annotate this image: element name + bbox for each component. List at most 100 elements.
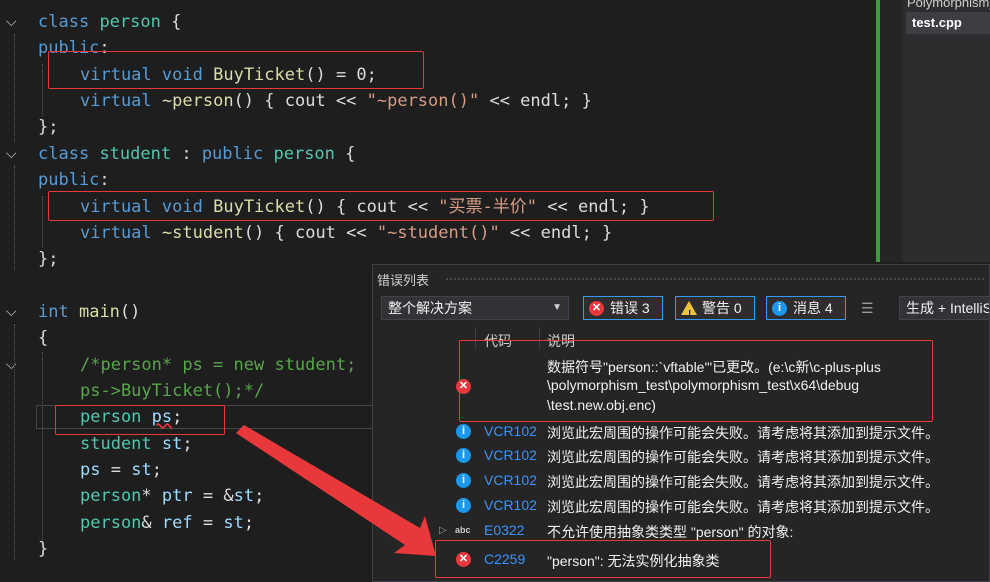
keyword: virtual	[80, 65, 152, 85]
scope-dropdown[interactable]: 整个解决方案 ▼	[381, 296, 569, 320]
message-row[interactable]: i VCR102 浏览此宏周围的操作可能会失败。请考虑将其添加到提示文件。	[373, 447, 989, 469]
code-line: class student : public person {	[38, 141, 355, 167]
variable: ps	[151, 407, 173, 427]
punct: ;	[151, 460, 162, 480]
row-code: VCR102	[484, 447, 537, 463]
keyword: virtual	[80, 223, 152, 243]
project-label[interactable]: Polymorphism_test	[907, 0, 990, 10]
collapse-chevron-icon[interactable]: ⌵	[6, 147, 20, 161]
expand-chevron-icon[interactable]: ▷	[439, 525, 447, 536]
comment: ps->BuyTicket();*/	[80, 381, 265, 401]
variable: st	[223, 513, 244, 533]
code-line: person* ptr = &st;	[80, 483, 264, 509]
file-item-selected[interactable]: test.cpp	[906, 12, 990, 34]
class-name: person	[80, 486, 142, 506]
code-line: virtual void BuyTicket() = 0;	[80, 62, 377, 88]
variable: st	[161, 434, 183, 454]
code-text: =	[192, 513, 224, 533]
column-header-code[interactable]: 代码	[484, 331, 512, 351]
error-icon: ✕	[589, 301, 604, 316]
code-line: };	[38, 114, 58, 140]
messages-filter-button[interactable]: i 消息 4	[766, 296, 846, 320]
string-literal: "买票-半价"	[438, 197, 538, 217]
code-text: () { cout <<	[305, 197, 439, 217]
collapse-chevron-icon[interactable]: ⌵	[6, 305, 20, 319]
fold-guide	[14, 324, 15, 560]
keyword: void	[161, 197, 203, 217]
code-text: = &	[192, 486, 234, 506]
code-line: student st;	[80, 431, 193, 457]
code-line: person& ref = st;	[80, 510, 254, 536]
code-line: ps = st;	[80, 457, 162, 483]
class-name: person	[273, 144, 335, 164]
row-code: C2259	[484, 551, 526, 567]
info-icon: i	[456, 498, 471, 513]
pane-splitter[interactable]	[880, 0, 902, 262]
collapse-chevron-icon[interactable]: ⌵	[6, 358, 20, 372]
punct: {	[160, 12, 182, 32]
solution-explorer-pane: Polymorphism_test test.cpp	[876, 0, 990, 262]
keyword: int	[38, 302, 69, 322]
function-name: BuyTicket	[213, 197, 306, 217]
class-name: student	[99, 144, 172, 164]
class-name: person	[80, 407, 142, 427]
function-name: main	[78, 302, 120, 322]
build-source-dropdown[interactable]: 生成 + IntelliSense	[899, 296, 989, 320]
collapse-chevron-icon[interactable]: ⌵	[6, 15, 20, 29]
punct: }	[38, 539, 49, 559]
message-row[interactable]: i VCR102 浏览此宏周围的操作可能会失败。请考虑将其添加到提示文件。	[373, 423, 989, 445]
message-row[interactable]: i VCR102 浏览此宏周围的操作可能会失败。请考虑将其添加到提示文件。	[373, 497, 989, 519]
panel-drag-grip[interactable]	[445, 277, 985, 281]
dropdown-arrow-icon: ▼	[552, 302, 562, 313]
error-row[interactable]: ✕ C2259 "person": 无法实例化抽象类	[373, 551, 989, 573]
warnings-filter-button[interactable]: ! 警告 0	[675, 296, 755, 320]
code-line: }	[38, 536, 48, 562]
column-divider[interactable]	[475, 327, 476, 349]
keyword: virtual	[80, 197, 152, 217]
code-line: class person {	[38, 9, 181, 35]
filter-icon[interactable]: ☰	[861, 300, 874, 317]
punct: :	[99, 170, 110, 190]
variable: st	[131, 460, 152, 480]
code-line: public:	[38, 35, 110, 61]
keyword: public	[201, 144, 264, 164]
punct: };	[38, 117, 59, 137]
variable: ref	[161, 513, 193, 533]
row-description: 不允许使用抽象类类型 "person" 的对象:	[547, 524, 794, 540]
code-line: public:	[38, 167, 110, 193]
code-line: {	[38, 325, 48, 351]
column-header-description[interactable]: 说明	[547, 331, 575, 351]
error-list-panel[interactable]: 错误列表 整个解决方案 ▼ ✕ 错误 3 ! 警告 0 i 消息 4 ☰ 生成 …	[372, 264, 990, 582]
errors-filter-button[interactable]: ✕ 错误 3	[583, 296, 663, 320]
punct: ;	[182, 434, 193, 454]
code-text: << endl; }	[537, 197, 650, 217]
punct: };	[38, 249, 59, 269]
variable: ptr	[161, 486, 193, 506]
code-line: person ps;	[80, 404, 182, 430]
info-icon: i	[772, 301, 787, 316]
class-name: person	[99, 12, 161, 32]
code-text: &	[141, 513, 162, 533]
info-icon: i	[456, 473, 471, 488]
code-text: () { cout <<	[233, 91, 367, 111]
intellisense-row[interactable]: ▷ abc E0322 不允许使用抽象类类型 "person" 的对象:	[373, 522, 989, 544]
indent-guide	[42, 64, 43, 116]
row-description: 浏览此宏周围的操作可能会失败。请考虑将其添加到提示文件。	[547, 425, 939, 441]
row-description: 浏览此宏周围的操作可能会失败。请考虑将其添加到提示文件。	[547, 449, 939, 465]
message-row[interactable]: i VCR102 浏览此宏周围的操作可能会失败。请考虑将其添加到提示文件。	[373, 472, 989, 494]
string-literal: "~student()"	[376, 223, 500, 243]
column-divider[interactable]	[539, 327, 540, 349]
code-line: /*person* ps = new student;	[80, 352, 356, 378]
error-row[interactable]: ✕ 数据符号"person::`vftable'"已更改。(e:\c新\c-pl…	[373, 357, 989, 419]
error-icon: ✕	[456, 379, 471, 394]
code-text: << endl; }	[479, 91, 592, 111]
messages-count: 消息 4	[793, 300, 833, 316]
keyword: class	[38, 12, 90, 32]
fold-guide	[14, 34, 15, 142]
punct: {	[334, 144, 356, 164]
keyword: class	[38, 144, 90, 164]
code-text: << endl; }	[499, 223, 613, 243]
row-description: 浏览此宏周围的操作可能会失败。请考虑将其添加到提示文件。	[547, 499, 939, 515]
row-code: VCR102	[484, 497, 537, 513]
row-description: \test.new.obj.enc)	[547, 397, 656, 413]
